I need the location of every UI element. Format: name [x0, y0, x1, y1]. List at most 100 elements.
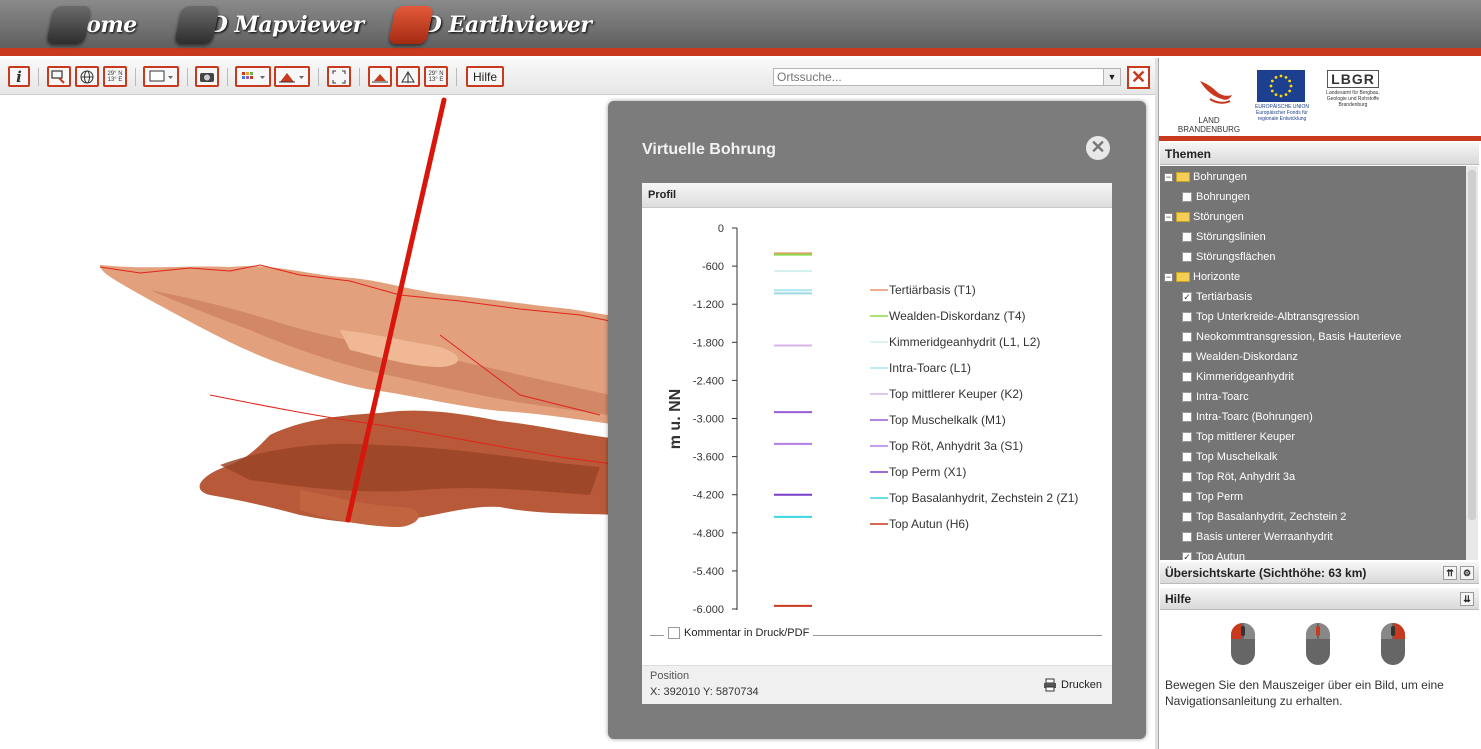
- tree-layer[interactable]: Top Röt, Anhydrit 3a: [1182, 467, 1295, 487]
- place-search[interactable]: ▼: [773, 68, 1121, 86]
- layer-checkbox[interactable]: [1182, 332, 1192, 342]
- tree-layer[interactable]: Top mittlerer Keuper: [1182, 427, 1295, 447]
- coordinates-grid-button[interactable]: 29° N 13° E: [424, 66, 448, 87]
- tree-layer[interactable]: ✓ Top Autun: [1182, 547, 1245, 560]
- close-icon: ✕: [1090, 137, 1106, 157]
- tree-layer[interactable]: Intra-Toarc: [1182, 387, 1249, 407]
- collapse-icon[interactable]: −: [1164, 212, 1173, 222]
- screenshot-button[interactable]: [195, 66, 219, 87]
- dialog-close-button[interactable]: ✕: [1086, 136, 1110, 160]
- terrain-dropdown-button[interactable]: [274, 66, 310, 87]
- coordinates-button[interactable]: 29° N 13° E: [103, 66, 127, 87]
- tree-layer[interactable]: Kimmeridgeanhydrit: [1182, 367, 1294, 387]
- eu-star: [1269, 84, 1273, 88]
- help-header[interactable]: Hilfe ⇊: [1160, 588, 1479, 610]
- tree-layer[interactable]: Top Perm: [1182, 487, 1243, 507]
- layer-checkbox[interactable]: [1182, 372, 1192, 382]
- coordinates-grid-icon: 29° N 13° E: [428, 70, 444, 83]
- collapse-down-icon[interactable]: ⇊: [1460, 592, 1474, 606]
- view-profile-button[interactable]: [368, 66, 392, 87]
- y-tick-label: -3.000: [693, 414, 724, 426]
- tree-label: Top Basalanhydrit, Zechstein 2: [1196, 511, 1347, 523]
- layer-checkbox[interactable]: [1182, 532, 1192, 542]
- layer-checkbox[interactable]: [1182, 432, 1192, 442]
- tree-layer[interactable]: Störungsflächen: [1182, 247, 1276, 267]
- nav-tab-3d-earthviewer[interactable]: 3D Earthviewer: [387, 4, 592, 46]
- y-tick-label: -1.200: [693, 299, 724, 311]
- tree-layer[interactable]: Top Unterkreide-Albtransgression: [1182, 307, 1359, 327]
- tree-layer[interactable]: Top Muschelkalk: [1182, 447, 1277, 467]
- gear-icon[interactable]: ⚙: [1460, 566, 1474, 580]
- comment-checkbox[interactable]: [668, 627, 680, 639]
- monitor-icon: [149, 70, 173, 81]
- globe-button[interactable]: [75, 66, 99, 87]
- overview-map-header[interactable]: Übersichtskarte (Sichthöhe: 63 km) ⇈ ⚙: [1160, 562, 1479, 584]
- zoom-selection-button[interactable]: [47, 66, 71, 87]
- layer-checkbox[interactable]: ✓: [1182, 552, 1192, 560]
- mouse-left-click-icon[interactable]: [1231, 623, 1255, 665]
- layer-checkbox[interactable]: [1182, 192, 1192, 202]
- fullscreen-icon: [332, 70, 346, 83]
- printer-icon: [1044, 678, 1057, 692]
- info-button[interactable]: i: [8, 66, 30, 87]
- layers-dropdown-button[interactable]: [235, 66, 271, 87]
- print-button[interactable]: Drucken: [1043, 678, 1102, 692]
- legend-label: Intra-Toarc (L1): [889, 361, 971, 375]
- eu-line2: Europäischer Fonds für regionale Entwick…: [1256, 110, 1308, 122]
- help-button[interactable]: Hilfe: [466, 66, 504, 87]
- chart-legend: Tertiärbasis (T1) Wealden-Diskordanz (T4)…: [870, 283, 1078, 531]
- view-section-button[interactable]: [396, 66, 420, 87]
- search-input[interactable]: [774, 69, 1100, 85]
- tree-label: Top Unterkreide-Albtransgression: [1196, 311, 1360, 323]
- tree-folder[interactable]: − Bohrungen: [1164, 167, 1247, 187]
- themes-scrollbar[interactable]: [1466, 166, 1478, 560]
- tree-label: Tertiärbasis: [1196, 291, 1253, 303]
- layer-checkbox[interactable]: [1182, 512, 1192, 522]
- layer-checkbox[interactable]: [1182, 312, 1192, 322]
- y-tick-label: -4.200: [693, 490, 724, 502]
- tree-layer[interactable]: Störungslinien: [1182, 227, 1266, 247]
- eu-star: [1284, 93, 1288, 97]
- layer-checkbox[interactable]: [1182, 252, 1192, 262]
- legend-label: Tertiärbasis (T1): [889, 283, 976, 297]
- scrollbar-thumb[interactable]: [1468, 170, 1476, 520]
- tree-layer[interactable]: Wealden-Diskordanz: [1182, 347, 1298, 367]
- screen-dropdown-button[interactable]: [143, 66, 179, 87]
- tree-folder[interactable]: − Störungen: [1164, 207, 1244, 227]
- tree-layer[interactable]: Intra-Toarc (Bohrungen): [1182, 407, 1313, 427]
- comment-option[interactable]: Kommentar in Druck/PDF: [664, 627, 814, 639]
- layer-checkbox[interactable]: [1182, 352, 1192, 362]
- fullscreen-button[interactable]: [327, 66, 351, 87]
- eu-star: [1284, 75, 1288, 79]
- collapse-icon[interactable]: −: [1164, 172, 1173, 182]
- expand-up-icon[interactable]: ⇈: [1443, 566, 1457, 580]
- tree-layer[interactable]: ✓ Tertiärbasis: [1182, 287, 1252, 307]
- tree-label: Horizonte: [1193, 271, 1241, 283]
- layer-checkbox[interactable]: ✓: [1182, 292, 1192, 302]
- layer-checkbox[interactable]: [1182, 392, 1192, 402]
- eu-star: [1288, 79, 1292, 83]
- coordinates-icon: 29° N 13° E: [107, 70, 123, 83]
- layer-checkbox[interactable]: [1182, 452, 1192, 462]
- tree-layer[interactable]: Bohrungen: [1182, 187, 1250, 207]
- eu-star: [1279, 94, 1283, 98]
- chevron-down-icon[interactable]: ▼: [1103, 69, 1120, 85]
- tree-layer[interactable]: Neokommtransgression, Basis Hauterieve: [1182, 327, 1401, 347]
- layer-checkbox[interactable]: [1182, 492, 1192, 502]
- tree-layer[interactable]: Top Basalanhydrit, Zechstein 2: [1182, 507, 1346, 527]
- help-title: Hilfe: [1165, 592, 1192, 606]
- legend-label: Top Röt, Anhydrit 3a (S1): [889, 439, 1023, 453]
- tree-folder[interactable]: − Horizonte: [1164, 267, 1240, 287]
- mouse-right-click-icon[interactable]: [1381, 623, 1405, 665]
- layer-checkbox[interactable]: [1182, 232, 1192, 242]
- nav-tab-2d-mapviewer[interactable]: 2D Mapviewer: [173, 4, 364, 46]
- layer-checkbox[interactable]: [1182, 412, 1192, 422]
- tree-layer[interactable]: Basis unterer Werraanhydrit: [1182, 527, 1333, 547]
- search-clear-button[interactable]: ✕: [1127, 66, 1150, 89]
- mouse-wheel-icon[interactable]: [1306, 623, 1330, 665]
- layer-checkbox[interactable]: [1182, 472, 1192, 482]
- collapse-icon[interactable]: −: [1164, 272, 1173, 282]
- lbgr-text: LBGR: [1327, 70, 1379, 88]
- toolbar-separator: [359, 68, 360, 86]
- nav-tab-home[interactable]: Home: [45, 4, 137, 46]
